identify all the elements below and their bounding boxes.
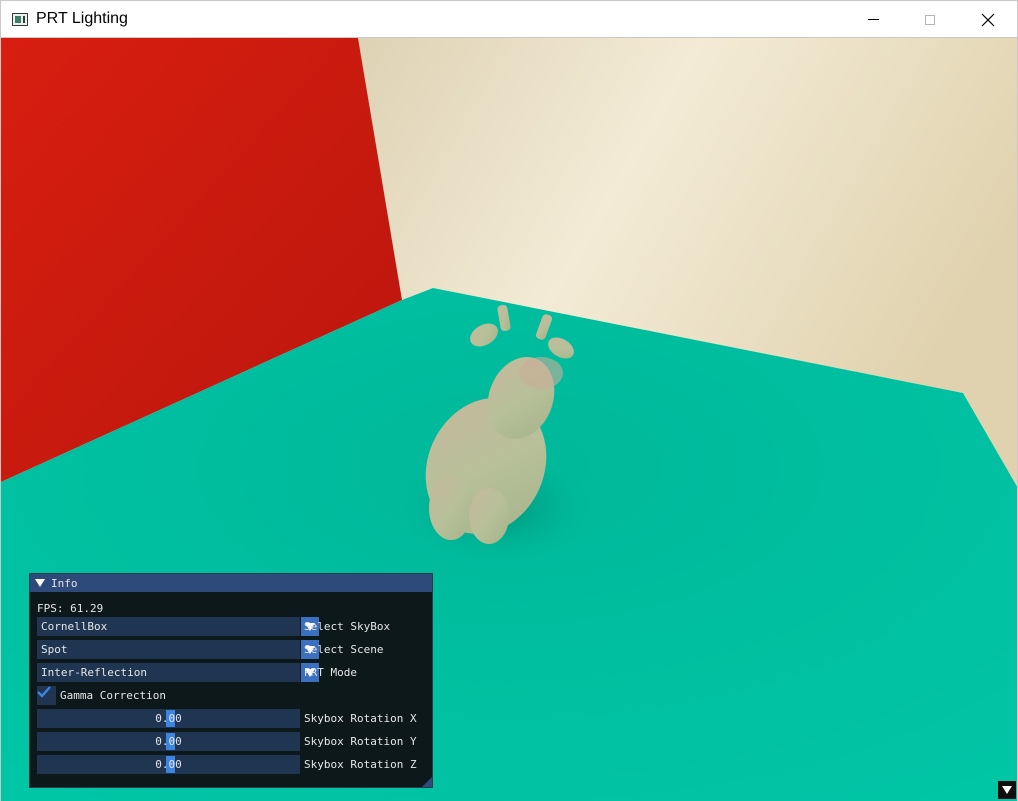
rotation-y-label: Skybox Rotation Y <box>304 735 417 748</box>
skybox-value: CornellBox <box>41 620 108 633</box>
fps-text: FPS: 61.29 <box>37 602 104 615</box>
gamma-checkbox[interactable] <box>37 686 56 705</box>
app-icon <box>12 13 28 26</box>
skybox-label: Select SkyBox <box>304 620 391 633</box>
rotation-x-value: 0.00 <box>155 712 182 725</box>
collapse-icon[interactable] <box>35 579 45 587</box>
maximize-icon <box>925 14 935 25</box>
minimize-icon <box>867 19 879 20</box>
scene-value: Spot <box>41 643 68 656</box>
prt-mode-combo[interactable]: Inter-Reflection <box>37 663 319 682</box>
render-viewport[interactable]: Info FPS: 61.29 CornellBox Select SkyBox… <box>0 38 1018 801</box>
rotation-y-value: 0.00 <box>155 735 182 748</box>
scene-label: Select Scene <box>304 643 384 656</box>
checkmark-icon <box>37 686 51 698</box>
rotation-x-label: Skybox Rotation X <box>304 712 417 725</box>
fps-readout: FPS: 61.29 <box>37 599 103 618</box>
gamma-label: Gamma Correction <box>60 689 166 702</box>
prt-mode-label: PRT Mode <box>304 666 357 679</box>
skybox-combo[interactable]: CornellBox <box>37 617 319 636</box>
rotation-y-slider[interactable]: 0.00 <box>37 732 300 751</box>
title-bar: PRT Lighting <box>0 0 1018 38</box>
scene-combo[interactable]: Spot <box>37 640 319 659</box>
rotation-x-slider[interactable]: 0.00 <box>37 709 300 728</box>
resize-grip[interactable] <box>422 777 432 787</box>
close-icon <box>981 13 995 26</box>
close-button[interactable] <box>959 1 1017 38</box>
info-panel[interactable]: Info FPS: 61.29 CornellBox Select SkyBox… <box>29 573 433 788</box>
rotation-z-label: Skybox Rotation Z <box>304 758 417 771</box>
maximize-button[interactable] <box>901 1 959 38</box>
info-panel-titlebar[interactable]: Info <box>30 574 432 592</box>
rotation-z-slider[interactable]: 0.00 <box>37 755 300 774</box>
triangle-down-icon <box>1002 786 1012 794</box>
prt-mode-value: Inter-Reflection <box>41 666 147 679</box>
window-title: PRT Lighting <box>36 10 128 27</box>
rotation-z-value: 0.00 <box>155 758 182 771</box>
overlay-toggle-button[interactable] <box>998 781 1016 799</box>
minimize-button[interactable] <box>844 1 902 38</box>
info-panel-title: Info <box>51 576 78 590</box>
